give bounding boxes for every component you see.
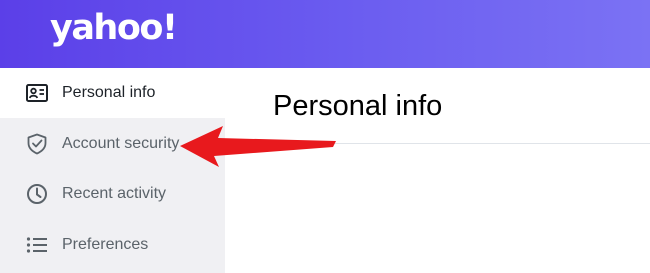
content-divider (225, 143, 650, 144)
sidebar: Personal info Account security Recent ac… (0, 68, 225, 273)
shield-check-icon (26, 133, 48, 155)
list-icon (26, 234, 48, 256)
sidebar-item-label: Recent activity (62, 185, 167, 202)
sidebar-item-label: Account security (62, 135, 180, 152)
yahoo-logo[interactable]: yahoo! (50, 6, 178, 50)
header-bar: yahoo! (0, 0, 650, 68)
sidebar-item-preferences[interactable]: Preferences (0, 220, 225, 270)
page-title: Personal info (273, 90, 443, 122)
clock-icon (26, 183, 48, 205)
yahoo-account-page: yahoo! Personal info Account security Re… (0, 0, 650, 273)
sidebar-item-label: Personal info (62, 84, 156, 101)
sidebar-item-personal-info[interactable]: Personal info (0, 68, 225, 118)
id-card-icon (26, 82, 48, 104)
sidebar-item-label: Preferences (62, 236, 149, 253)
sidebar-item-account-security[interactable]: Account security (0, 119, 225, 169)
sidebar-item-recent-activity[interactable]: Recent activity (0, 169, 225, 219)
